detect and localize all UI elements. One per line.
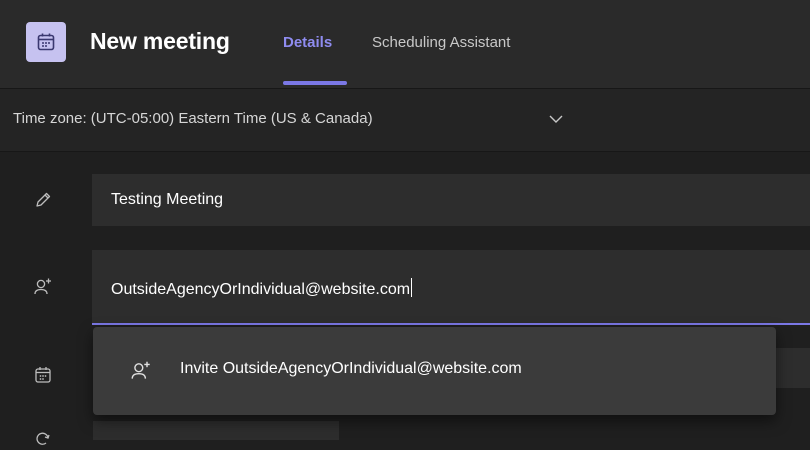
add-person-icon [129,359,153,388]
page-title: New meeting [90,28,230,54]
meeting-header: New meeting Details Scheduling Assistant [0,0,810,88]
title-input[interactable]: Testing Meeting [111,191,223,209]
attendees-focus-underline [92,323,810,325]
date-field[interactable] [776,348,810,388]
repeat-icon [32,428,54,450]
text-caret [411,278,413,297]
invite-suggestion-item[interactable]: Invite OutsideAgencyOrIndividual@website… [93,327,776,415]
title-field[interactable]: Testing Meeting [92,174,810,226]
pencil-icon [32,189,54,211]
tab-scheduling-assistant[interactable]: Scheduling Assistant [372,34,510,51]
repeat-field[interactable] [93,421,339,440]
calendar-icon [32,364,54,386]
attendees-input[interactable]: OutsideAgencyOrIndividual@website.com [111,278,413,299]
attendees-field[interactable]: OutsideAgencyOrIndividual@website.com [92,250,810,323]
calendar-icon [26,22,66,62]
timezone-bar: Time zone: (UTC-05:00) Eastern Time (US … [0,88,810,152]
invite-suggestion-label[interactable]: Invite OutsideAgencyOrIndividual@website… [180,360,522,378]
add-person-icon [32,276,54,298]
tab-details[interactable]: Details [283,34,332,51]
timezone-selector[interactable]: Time zone: (UTC-05:00) Eastern Time (US … [13,110,373,127]
attendees-input-text[interactable]: OutsideAgencyOrIndividual@website.com [111,281,410,298]
chevron-down-icon[interactable] [547,110,565,133]
active-tab-indicator [283,81,347,85]
